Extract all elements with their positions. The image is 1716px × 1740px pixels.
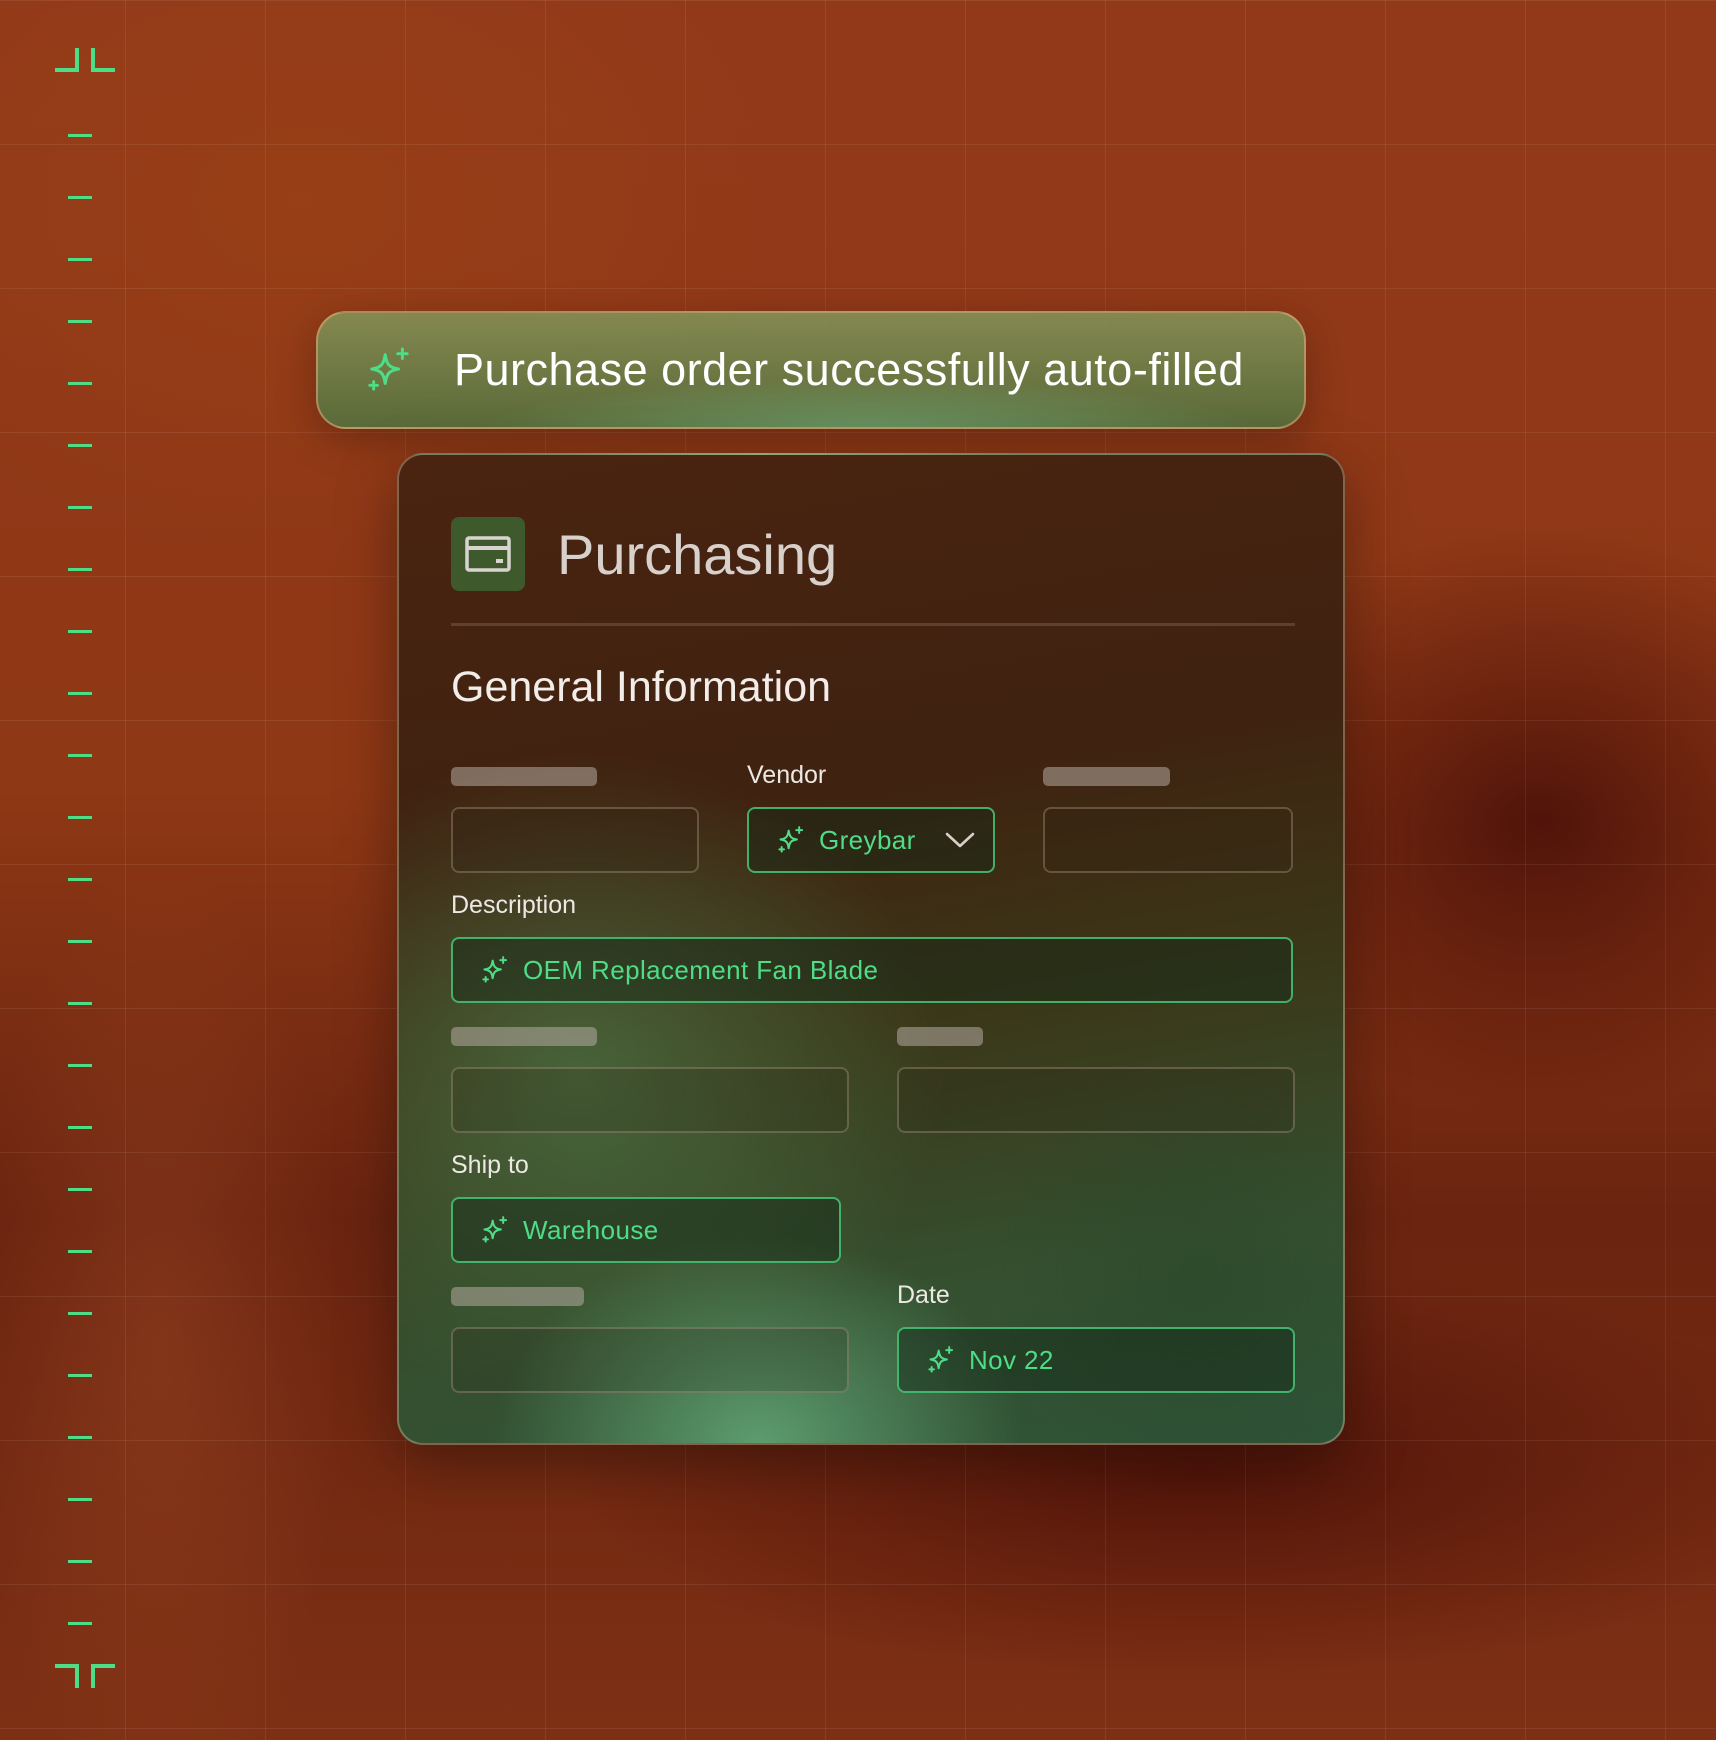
ruler-tick [68,878,92,881]
ruler-tick [68,940,92,943]
ruler-tick [68,1188,92,1191]
vendor-dropdown[interactable]: Greybar [747,807,995,873]
ship-to-value: Warehouse [523,1214,659,1245]
header-divider [451,623,1295,626]
ruler-tick [68,1436,92,1439]
empty-input-field[interactable] [451,807,699,873]
ruler-tick [68,1002,92,1005]
corner-bracket [91,48,115,72]
vendor-label: Vendor [747,761,827,789]
ship-to-field[interactable]: Warehouse [451,1197,841,1263]
empty-input-field[interactable] [897,1067,1295,1133]
ruler-tick [68,382,92,385]
sparkle-icon [368,347,409,391]
description-value: OEM Replacement Fan Blade [523,954,879,985]
ruler-tick [68,692,92,695]
ruler-tick [68,1498,92,1501]
ruler-tick [68,754,92,757]
chevron-down-icon [945,832,975,848]
ruler-tick [68,1374,92,1377]
placeholder-label [1043,767,1170,786]
corner-bracket [55,1664,79,1688]
date-field[interactable]: Nov 22 [897,1327,1295,1393]
corner-bracket [55,48,79,72]
ruler-tick [68,630,92,633]
empty-input-field[interactable] [451,1067,849,1133]
empty-input-field[interactable] [451,1327,849,1393]
ruler-tick [68,1622,92,1625]
ruler-tick [68,816,92,819]
ruler-tick [68,1250,92,1253]
purchasing-form-card: Purchasing General Information Vendor Gr… [397,453,1345,1445]
ruler-tick [68,1064,92,1067]
ruler-tick [68,568,92,571]
sparkle-icon [928,1346,954,1373]
placeholder-label [451,1027,597,1046]
section-title: General Information [451,663,832,711]
ruler-tick [68,1126,92,1129]
sparkle-icon [482,1216,508,1243]
ruler-tick [68,320,92,323]
placeholder-label [451,1287,584,1306]
ruler-tick [68,134,92,137]
corner-bracket [91,1664,115,1688]
card-title: Purchasing [557,522,838,586]
ruler-tick [68,506,92,509]
autofill-success-toast: Purchase order successfully auto-filled [316,311,1306,429]
date-label: Date [897,1281,950,1309]
placeholder-label [897,1027,983,1046]
description-field[interactable]: OEM Replacement Fan Blade [451,937,1293,1003]
toast-message: Purchase order successfully auto-filled [454,344,1244,395]
placeholder-label [451,767,597,786]
empty-input-field[interactable] [1043,807,1293,873]
vendor-value: Greybar [819,824,916,855]
credit-card-icon [451,517,525,591]
description-label: Description [451,891,577,919]
ruler-tick [68,196,92,199]
left-ruler [55,0,125,1740]
sparkle-icon [482,956,508,983]
sparkle-icon [778,826,804,853]
card-header: Purchasing [451,517,837,591]
ruler-tick [68,1312,92,1315]
ruler-tick [68,1560,92,1563]
ship-to-label: Ship to [451,1151,529,1179]
date-value: Nov 22 [969,1344,1054,1375]
ruler-tick [68,444,92,447]
ruler-tick [68,258,92,261]
